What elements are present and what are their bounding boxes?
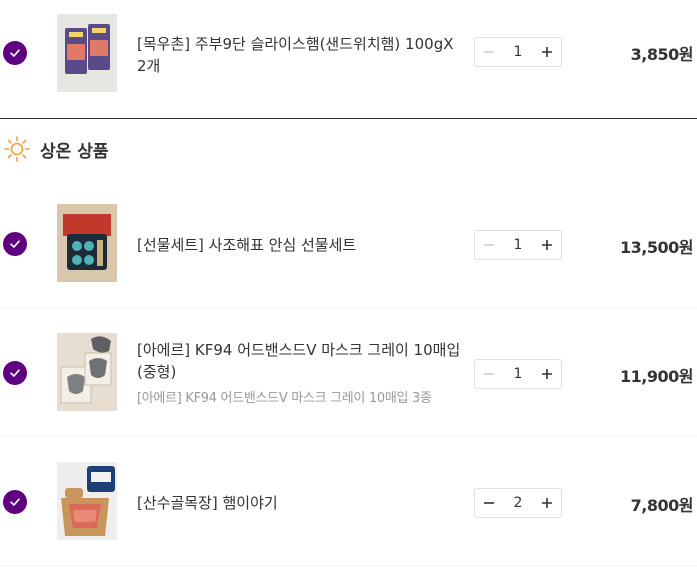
increase-button[interactable] [533, 360, 561, 388]
item-checkbox[interactable] [3, 41, 27, 65]
decrease-button[interactable] [475, 38, 503, 66]
quantity-value: 1 [513, 366, 523, 382]
increase-button[interactable] [533, 231, 561, 259]
plus-icon [542, 240, 552, 250]
quantity-value: 1 [513, 237, 523, 253]
product-thumbnail[interactable] [57, 14, 117, 92]
minus-icon [484, 373, 494, 375]
item-checkbox[interactable] [3, 232, 27, 256]
quantity-stepper: 1 [474, 37, 562, 67]
minus-icon [484, 244, 494, 246]
product-thumbnail[interactable] [57, 462, 117, 540]
item-info: [선물세트] 사조해표 안심 선물세트 [137, 234, 467, 256]
item-option: [아에르] KF94 어드밴스드V 마스크 그레이 10매입 3종 [137, 391, 432, 406]
decrease-button[interactable] [475, 489, 503, 517]
section-header-room-temp: 상온 상품 [0, 134, 108, 164]
item-price: 7,800원 [630, 496, 694, 515]
item-price: 13,500원 [620, 238, 693, 257]
sun-icon [4, 136, 30, 162]
quantity-stepper: 2 [474, 488, 562, 518]
quantity-stepper: 1 [474, 359, 562, 389]
item-title[interactable]: [목우촌] 주부9단 슬라이스햄(샌드위치햄) 100gX 2개 [137, 33, 467, 77]
plus-icon [542, 498, 552, 508]
item-info: [아에르] KF94 어드밴스드V 마스크 그레이 10매입 (중형) [아에르… [137, 339, 467, 409]
item-title[interactable]: [선물세트] 사조해표 안심 선물세트 [137, 234, 467, 256]
item-checkbox[interactable] [3, 361, 27, 385]
product-thumbnail[interactable] [57, 333, 117, 411]
check-icon [10, 498, 20, 506]
plus-icon [542, 369, 552, 379]
minus-icon [484, 51, 494, 53]
cart-item: [선물세트] 사조해표 안심 선물세트 1 13,500원 [0, 180, 697, 309]
quantity-stepper: 1 [474, 230, 562, 260]
section-title: 상온 상품 [40, 141, 109, 162]
item-title[interactable]: [아에르] KF94 어드밴스드V 마스크 그레이 10매입 (중형) [137, 339, 467, 383]
quantity-value: 1 [513, 44, 523, 60]
product-thumbnail[interactable] [57, 204, 117, 282]
item-title[interactable]: [산수골목장] 햄이야기 [137, 492, 467, 514]
item-price: 11,900원 [620, 367, 693, 386]
increase-button[interactable] [533, 489, 561, 517]
plus-icon [542, 47, 552, 57]
cart-item: [목우촌] 주부9단 슬라이스햄(샌드위치햄) 100gX 2개 1 3,850… [0, 0, 697, 118]
quantity-value: 2 [513, 495, 523, 511]
row-divider [0, 307, 697, 308]
cart-item: [아에르] KF94 어드밴스드V 마스크 그레이 10매입 (중형) [아에르… [0, 309, 697, 438]
item-price: 3,850원 [630, 45, 694, 64]
increase-button[interactable] [533, 38, 561, 66]
row-divider [0, 436, 697, 437]
item-info: [목우촌] 주부9단 슬라이스햄(샌드위치햄) 100gX 2개 [137, 33, 467, 77]
check-icon [10, 369, 20, 377]
cart-item: [산수골목장] 햄이야기 2 7,800원 [0, 438, 697, 567]
decrease-button[interactable] [475, 360, 503, 388]
decrease-button[interactable] [475, 231, 503, 259]
check-icon [10, 240, 20, 248]
check-icon [10, 49, 20, 57]
row-divider [0, 565, 697, 566]
minus-icon [484, 502, 494, 504]
section-divider [0, 118, 697, 119]
item-checkbox[interactable] [3, 490, 27, 514]
item-info: [산수골목장] 햄이야기 [137, 492, 467, 514]
